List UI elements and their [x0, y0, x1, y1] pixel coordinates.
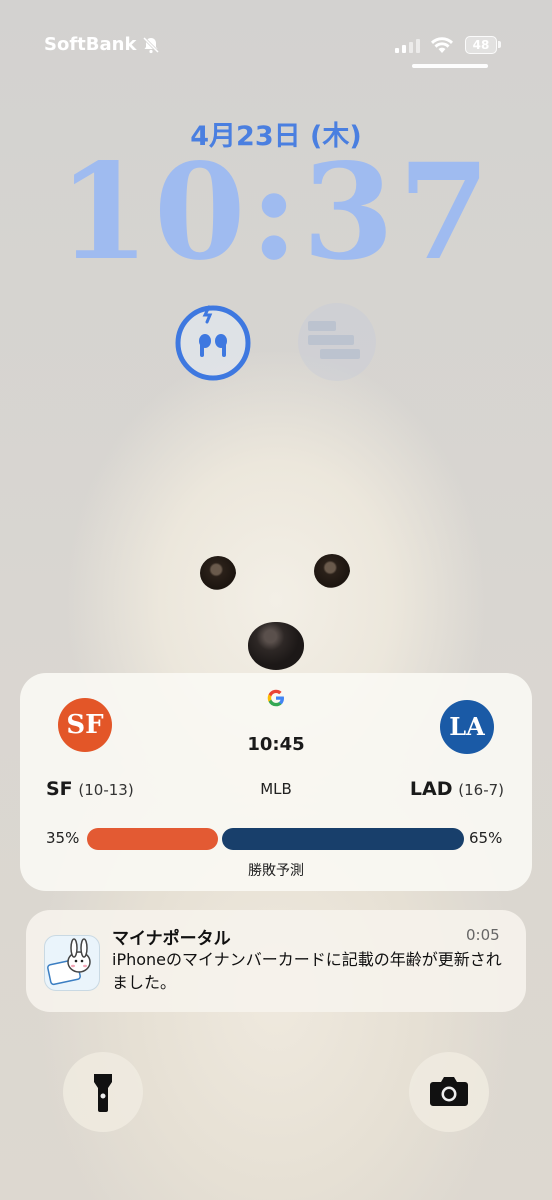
- mynaportal-icon: [44, 935, 100, 991]
- away-team: LAD (16-7): [410, 778, 504, 800]
- battery-level: 48: [465, 36, 497, 54]
- dog-nose: [248, 622, 304, 670]
- flashlight-button[interactable]: [63, 1052, 143, 1132]
- home-win-pct: 35%: [46, 829, 80, 847]
- airpods-battery-icon[interactable]: [173, 303, 253, 383]
- google-icon: [266, 688, 286, 708]
- bell-slash-icon: [142, 36, 160, 58]
- prediction-label: 勝敗予測: [248, 863, 304, 879]
- notification-body: iPhoneのマイナンバーカードに記載の年齢が更新されました。: [112, 950, 502, 992]
- flashlight-icon: [63, 1074, 143, 1136]
- dog-eye-left: [200, 556, 236, 590]
- dog-eye-right: [314, 554, 350, 588]
- signal-icon: [395, 38, 421, 57]
- battery-icon: 48: [465, 36, 501, 54]
- camera-button[interactable]: [409, 1052, 489, 1132]
- away-team-record: (16-7): [458, 781, 504, 799]
- camera-icon: [409, 1077, 489, 1136]
- away-win-bar: [222, 828, 464, 850]
- placeholder-widget-icon[interactable]: [298, 303, 376, 381]
- game-start-time: 10:45: [247, 734, 305, 755]
- away-win-pct: 65%: [469, 829, 503, 847]
- status-bar: SoftBank 48: [0, 34, 552, 58]
- wifi-icon: [430, 36, 454, 58]
- away-team-abbr: LAD: [409, 778, 453, 800]
- notification-time: 0:05: [466, 926, 500, 944]
- home-win-bar: [87, 828, 218, 850]
- carrier-label: SoftBank: [44, 34, 137, 55]
- notification-app-name: マイナポータル: [112, 929, 231, 949]
- notification-pull-indicator[interactable]: [412, 64, 488, 68]
- lock-clock[interactable]: 10:37: [0, 138, 552, 288]
